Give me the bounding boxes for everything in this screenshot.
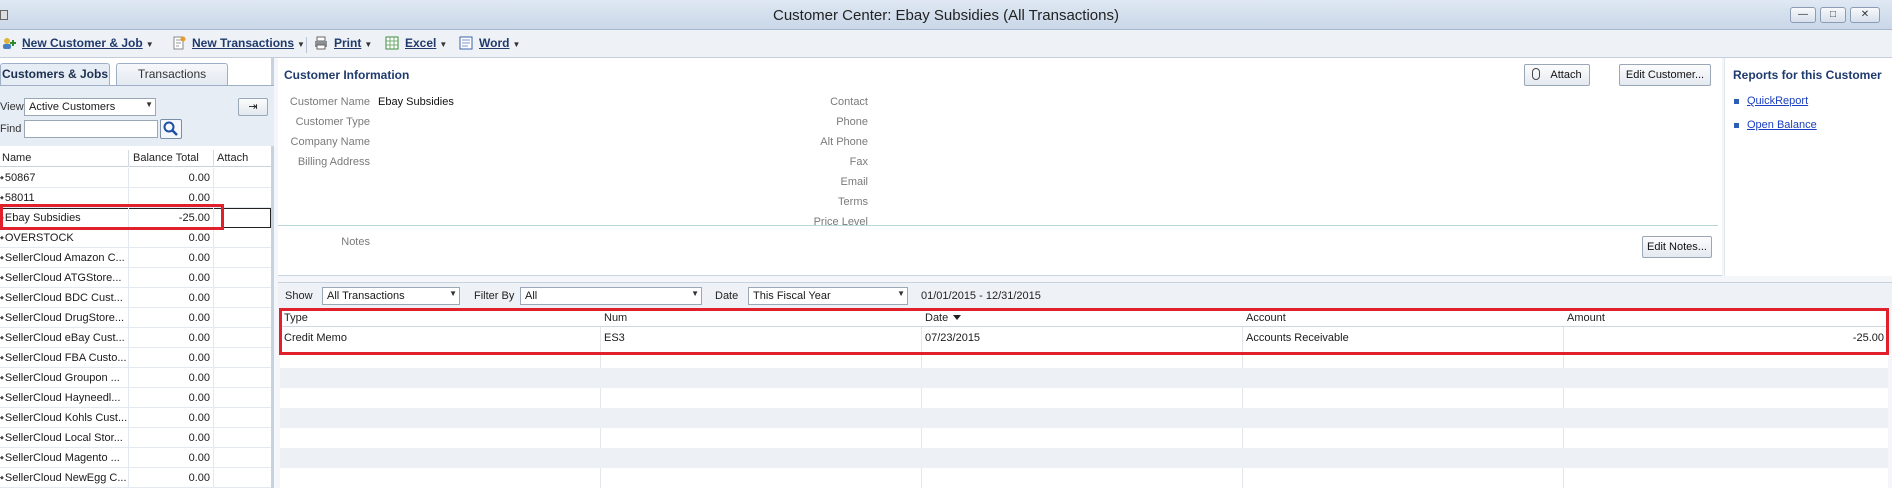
customers-pane: Customers & Jobs Transactions View Activ…	[0, 58, 274, 488]
filter-by-label: Filter By	[474, 290, 515, 302]
chevron-down-icon: ▼	[297, 40, 305, 49]
customer-name-label: Customer Name	[289, 96, 370, 108]
empty-row	[280, 408, 1888, 428]
new-customer-icon	[3, 38, 16, 49]
new-customer-job-button[interactable]: New Customer & Job ▼	[2, 36, 154, 54]
show-label: Show	[285, 290, 313, 302]
customer-row[interactable]: SellerCloud Kohls Cust...0.00	[0, 408, 271, 428]
excel-button[interactable]: Excel ▼	[385, 36, 447, 54]
customer-row[interactable]: SellerCloud NewEgg C...0.00	[0, 468, 271, 488]
col-attach[interactable]: Attach	[217, 152, 248, 164]
reports-panel: Reports for this Customer QuickReport Op…	[1724, 58, 1892, 276]
excel-icon	[385, 36, 399, 50]
notes-label: Notes	[341, 236, 370, 248]
toolbar: New Customer & Job ▼ New Transactions ▼ Pr…	[0, 30, 1892, 58]
col-name[interactable]: Name	[2, 152, 31, 164]
new-transactions-button[interactable]: New Transactions ▼	[172, 36, 305, 54]
customer-row[interactable]: OVERSTOCK0.00	[0, 228, 271, 248]
collapse-pane-button[interactable]: ⇥	[238, 98, 268, 116]
quickreport-link[interactable]: QuickReport	[1747, 95, 1808, 107]
email-label: Email	[840, 176, 868, 188]
customer-row[interactable]: SellerCloud ATGStore...0.00	[0, 268, 271, 288]
new-transactions-icon	[173, 36, 186, 50]
customer-row[interactable]: SellerCloud Magento ...0.00	[0, 448, 271, 468]
filter-controls: View Active Customers ▼ ⇥ Find	[0, 86, 274, 146]
col-separator	[128, 150, 129, 167]
chevron-down-icon: ▼	[691, 289, 699, 298]
open-balance-link[interactable]: Open Balance	[1747, 119, 1817, 131]
empty-row	[280, 368, 1888, 388]
tab-customers-jobs[interactable]: Customers & Jobs	[0, 63, 110, 85]
search-button[interactable]	[160, 119, 182, 139]
word-icon	[459, 36, 473, 50]
customer-row[interactable]: SellerCloud eBay Cust...0.00	[0, 328, 271, 348]
highlight-box-customer	[0, 204, 224, 230]
printer-icon	[315, 36, 327, 50]
empty-row	[280, 448, 1888, 468]
edit-notes-button[interactable]: Edit Notes...	[1642, 236, 1712, 258]
word-button[interactable]: Word ▼	[459, 36, 520, 54]
chevron-down-icon: ▼	[145, 40, 154, 49]
alt-phone-label: Alt Phone	[820, 136, 868, 148]
highlight-box-transactions	[279, 308, 1889, 355]
close-button[interactable]: ✕	[1850, 7, 1880, 23]
arrow-collapse-icon: ⇥	[248, 101, 258, 113]
toolbar-separator	[306, 37, 307, 53]
customer-row[interactable]: SellerCloud FBA Custo...0.00	[0, 348, 271, 368]
customer-information-panel: Customer Information Attach Edit Custome…	[278, 58, 1722, 276]
info-divider	[278, 225, 1718, 226]
customer-row[interactable]: SellerCloud Hayneedl...0.00	[0, 388, 271, 408]
col-separator	[213, 150, 214, 167]
customer-name-value: Ebay Subsidies	[378, 96, 454, 108]
customer-row[interactable]: SellerCloud BDC Cust...0.00	[0, 288, 271, 308]
view-select[interactable]: Active Customers ▼	[24, 98, 156, 116]
price-level-label: Price Level	[813, 216, 868, 228]
phone-label: Phone	[836, 116, 868, 128]
customer-row[interactable]: SellerCloud Local Stor...0.00	[0, 428, 271, 448]
customer-info-title: Customer Information	[284, 68, 410, 82]
tab-transactions[interactable]: Transactions	[116, 63, 228, 85]
customer-row[interactable]: SellerCloud Amazon C...0.00	[0, 248, 271, 268]
edit-customer-button[interactable]: Edit Customer...	[1619, 64, 1711, 86]
customer-row[interactable]: 508670.00	[0, 168, 271, 188]
filter-by-select[interactable]: All ▼	[520, 287, 702, 305]
col-balance-total[interactable]: Balance Total	[133, 152, 199, 164]
left-tabs: Customers & Jobs Transactions	[0, 63, 274, 85]
bullet-icon	[1734, 123, 1739, 128]
company-name-label: Company Name	[290, 136, 370, 148]
billing-address-label: Billing Address	[297, 156, 370, 168]
customer-type-label: Customer Type	[295, 116, 370, 128]
date-select[interactable]: This Fiscal Year ▼	[748, 287, 908, 305]
customer-row[interactable]: SellerCloud DrugStore...0.00	[0, 308, 271, 328]
chevron-down-icon: ▼	[512, 40, 521, 49]
customer-row[interactable]: SellerCloud Groupon ...0.00	[0, 368, 271, 388]
chevron-down-icon: ▼	[449, 289, 457, 298]
chevron-down-icon: ▼	[364, 40, 373, 49]
minimize-button[interactable]: —	[1790, 7, 1816, 23]
maximize-button[interactable]: □	[1820, 7, 1846, 23]
print-button[interactable]: Print ▼	[314, 36, 372, 54]
chevron-down-icon: ▼	[439, 40, 448, 49]
chevron-down-icon: ▼	[145, 100, 153, 109]
reports-title: Reports for this Customer	[1733, 68, 1882, 82]
window-titlebar: Customer Center: Ebay Subsidies (All Tra…	[0, 0, 1892, 30]
window-title: Customer Center: Ebay Subsidies (All Tra…	[773, 7, 1119, 24]
contact-label: Contact	[830, 96, 868, 108]
paperclip-icon	[1532, 68, 1541, 80]
bullet-icon	[1734, 99, 1739, 104]
transaction-filter-bar: Show All Transactions ▼ Filter By All ▼ …	[278, 282, 1892, 308]
search-icon	[163, 121, 178, 136]
show-select[interactable]: All Transactions ▼	[322, 287, 460, 305]
terms-label: Terms	[838, 196, 868, 208]
chevron-down-icon: ▼	[897, 289, 905, 298]
attach-button[interactable]: Attach	[1524, 64, 1590, 86]
customer-list-header: Name Balance Total Attach	[0, 150, 271, 167]
find-label: Find	[0, 123, 22, 135]
date-label: Date	[715, 290, 739, 302]
fax-label: Fax	[849, 156, 868, 168]
date-range-text: 01/01/2015 - 12/31/2015	[921, 290, 1041, 302]
find-input[interactable]	[24, 120, 158, 138]
view-label: View	[0, 101, 24, 113]
